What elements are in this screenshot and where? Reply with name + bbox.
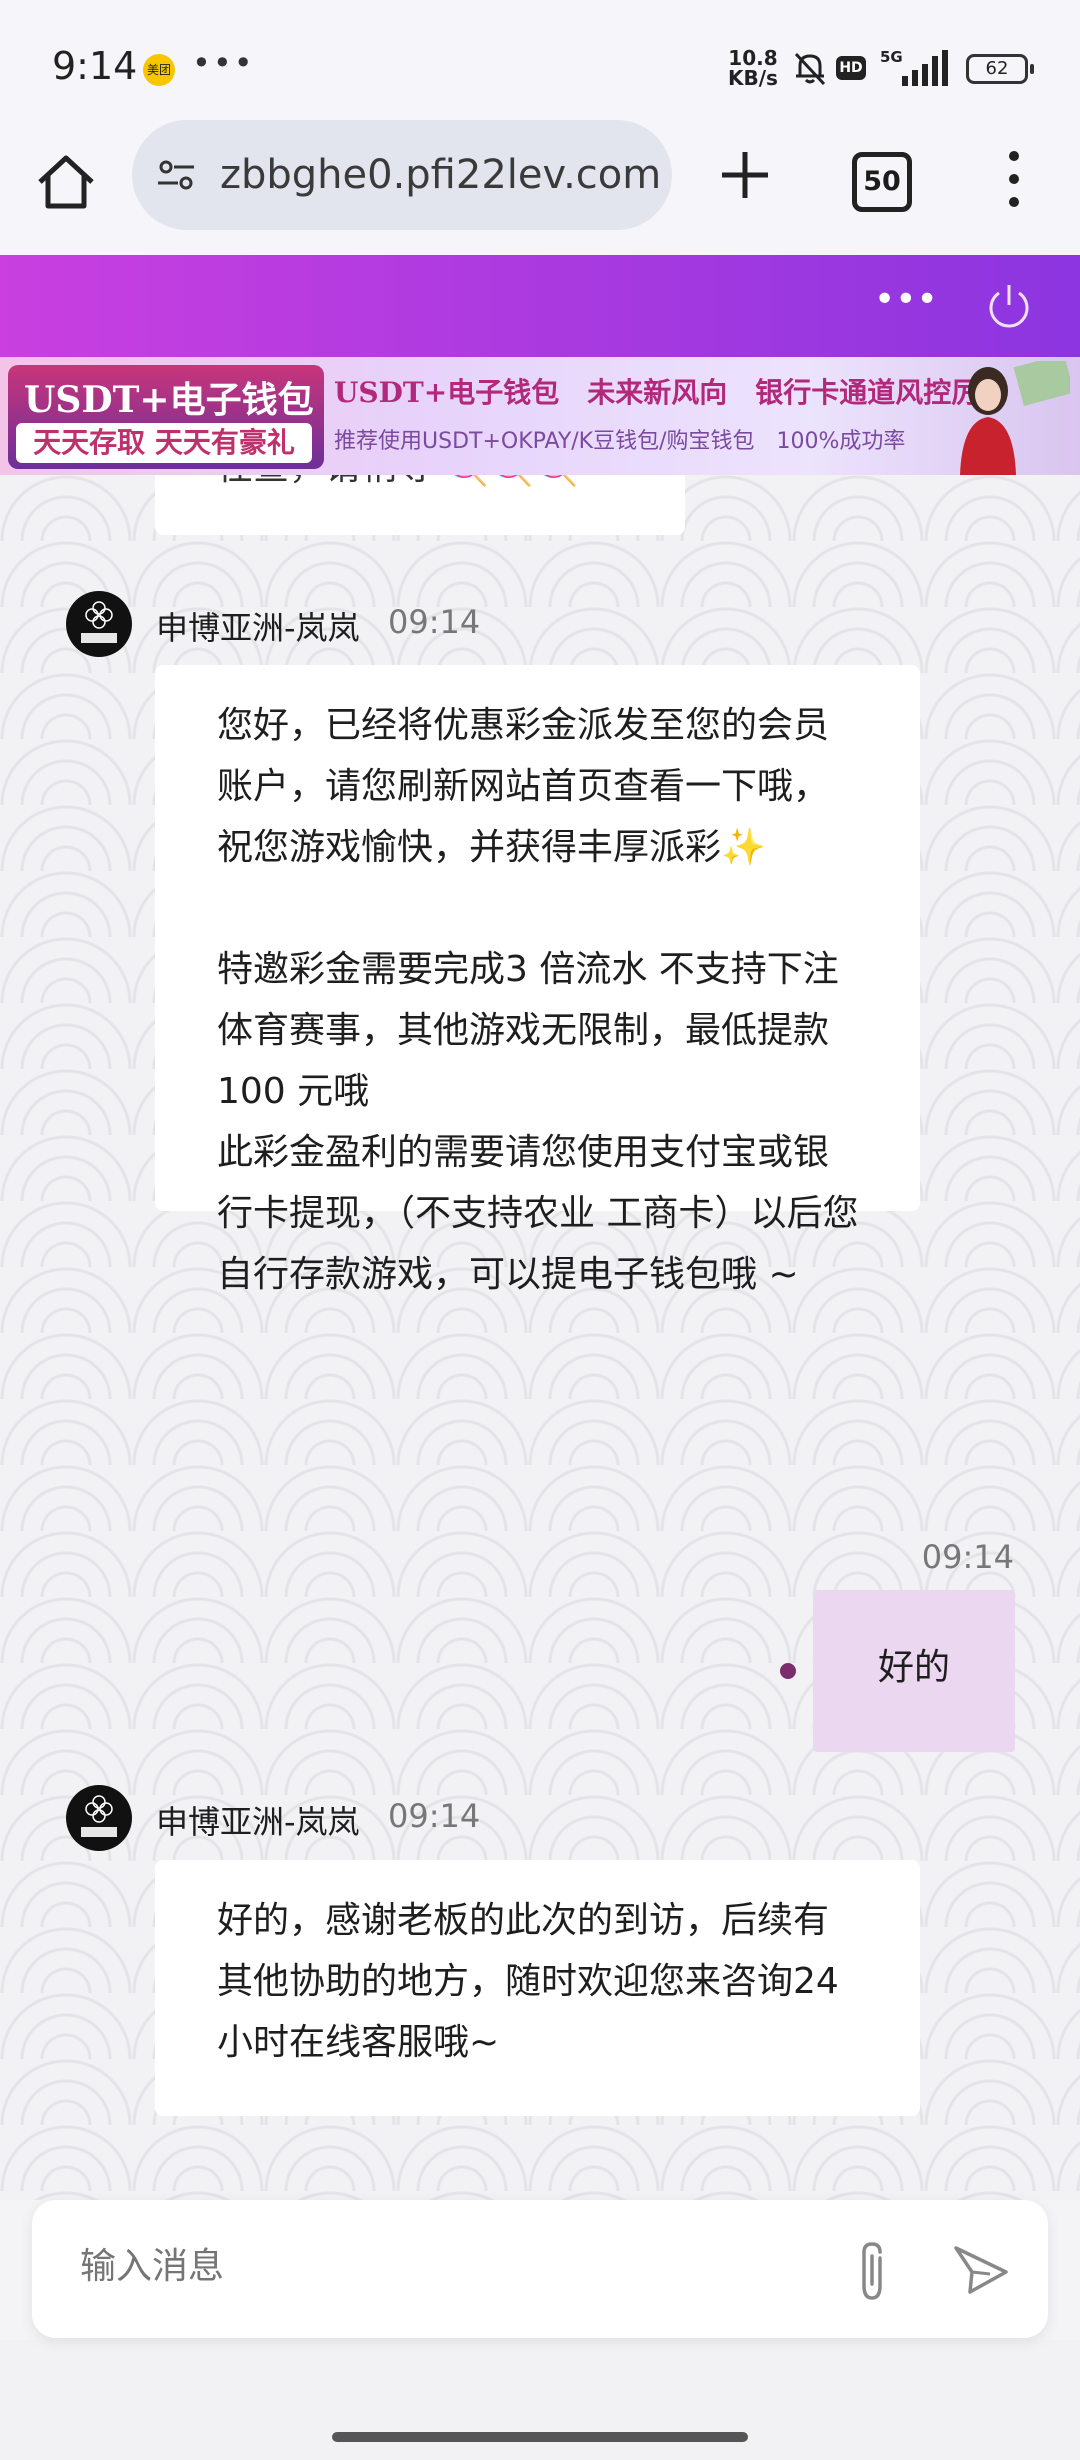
more-notifications-icon: ••• [192, 44, 255, 82]
my-message-time: 09:14 [921, 1538, 1014, 1576]
network-speed: 10.8 KB/s [728, 48, 778, 88]
status-time: 9:14 [52, 44, 138, 88]
network-type-label: 5G [880, 48, 903, 66]
status-bar: 9:14 美团 ••• 10.8 KB/s HD 5G 62 [0, 0, 1080, 120]
agent-avatar[interactable] [66, 591, 132, 657]
banner-left-subtitle: 天天存取 天天有豪礼 [16, 423, 312, 463]
gesture-bar[interactable] [332, 2432, 748, 2442]
more-options-icon[interactable]: ••• [874, 275, 938, 335]
overflow-menu-icon[interactable] [992, 146, 1036, 212]
power-icon[interactable] [982, 279, 1036, 333]
chat-header: ••• [0, 255, 1080, 357]
sender-name: 申博亚洲-岚岚 [156, 609, 360, 647]
signal-icon: 5G [880, 48, 948, 86]
composer-background [0, 2340, 1080, 2460]
promo-banner[interactable]: USDT+电子钱包 天天存取 天天有豪礼 USDT+电子钱包 未来新风向 银行卡… [0, 357, 1080, 475]
new-tab-icon[interactable] [712, 142, 778, 208]
meituan-notification-icon: 美团 [143, 54, 175, 86]
agent-message-text: 好的，感谢老板的此次的到访，后续有其他协助的地方，随时欢迎您来咨询24小时在线客… [217, 1900, 839, 2063]
tab-switcher-button[interactable]: 50 [852, 152, 912, 212]
banner-left-panel: USDT+电子钱包 天天存取 天天有豪礼 [8, 365, 324, 469]
previous-message-bubble: 任查，请稍等 🍭🍭🍭 [155, 475, 685, 535]
message-input[interactable] [80, 2246, 780, 2287]
agent-message-text: 您好，已经将优惠彩金派发至您的会员账户，请您刷新网站首页查看一下哦，祝您游戏愉快… [217, 705, 859, 1295]
browser-toolbar: zbbghe0.pfi22lev.com 50 [0, 120, 1080, 255]
banner-model-image [960, 361, 1070, 475]
attachment-icon[interactable] [842, 2238, 902, 2304]
battery-icon: 62 [966, 54, 1034, 84]
banner-left-title: USDT+电子钱包 [24, 379, 314, 421]
send-icon[interactable] [950, 2238, 1012, 2300]
hd-badge: HD [836, 56, 866, 80]
message-time: 09:14 [388, 603, 481, 641]
banner-headline: USDT+电子钱包 未来新风向 银行卡通道风控厉害 [334, 376, 1008, 409]
my-message-bubble: 好的 [813, 1590, 1015, 1752]
site-settings-icon[interactable] [154, 153, 198, 197]
address-bar[interactable]: zbbghe0.pfi22lev.com [132, 120, 672, 230]
agent-message-bubble: 您好，已经将优惠彩金派发至您的会员账户，请您刷新网站首页查看一下哦，祝您游戏愉快… [155, 665, 920, 1295]
url-text[interactable]: zbbghe0.pfi22lev.com [220, 152, 661, 198]
previous-message-text: 任查，请稍等 🍭🍭🍭 [217, 475, 627, 498]
message-time: 09:14 [388, 1797, 481, 1835]
agent-avatar[interactable] [66, 1785, 132, 1851]
my-message-text: 好的 [877, 1647, 950, 1688]
banner-subline: 推荐使用USDT+OKPAY/K豆钱包/购宝钱包 100%成功率 [334, 429, 906, 454]
agent-message-bubble: 好的，感谢老板的此次的到访，后续有其他协助的地方，随时欢迎您来咨询24小时在线客… [155, 1860, 920, 2116]
home-icon[interactable] [30, 146, 102, 218]
bell-muted-icon [794, 52, 826, 86]
network-speed-value: 10.8 [728, 46, 778, 70]
network-speed-unit: KB/s [728, 66, 778, 90]
message-composer [32, 2200, 1048, 2338]
read-indicator [780, 1663, 796, 1679]
sender-name: 申博亚洲-岚岚 [156, 1803, 360, 1841]
chat-messages[interactable]: 任查，请稍等 🍭🍭🍭 申博亚洲-岚岚 09:14 您好，已经将优惠彩金派发至您的… [0, 475, 1080, 2200]
